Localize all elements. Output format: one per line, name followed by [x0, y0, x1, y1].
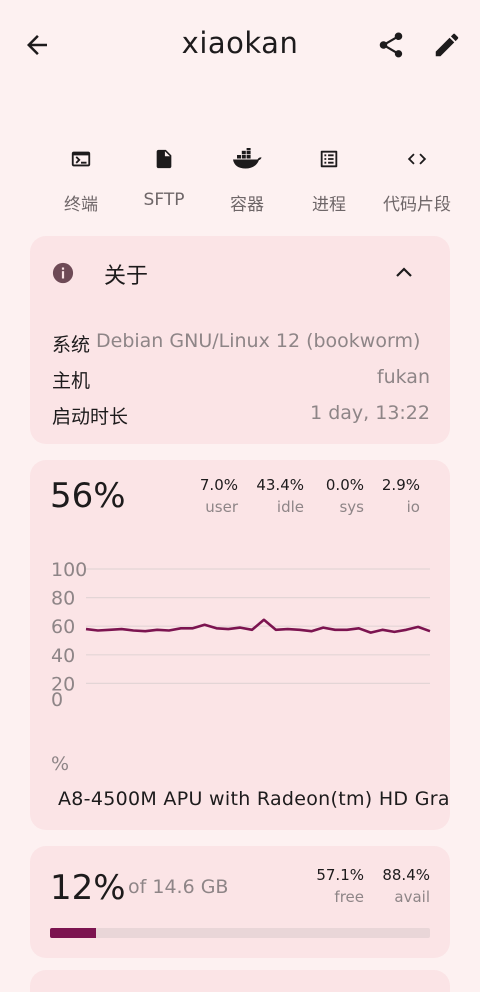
- y-tick-label: 60: [51, 616, 75, 638]
- cpu-percent: 56%: [50, 476, 126, 516]
- stat-label: idle: [276, 498, 304, 516]
- chevron-up-icon[interactable]: [394, 264, 414, 280]
- share-icon[interactable]: [376, 30, 406, 60]
- about-card: 关于 系统 Debian GNU/Linux 12 (bookworm) 主机 …: [30, 236, 450, 444]
- cpu-model: A8-4500M APU with Radeon(tm) HD Graphics: [58, 788, 450, 810]
- stat-value: 7.0%: [199, 476, 238, 494]
- memory-card: 12% of 14.6 GB 57.1% free 88.4% avail: [30, 846, 450, 958]
- stat-label: avail: [394, 888, 430, 906]
- memory-percent: 12%: [50, 868, 126, 908]
- info-row-host: 主机 fukan: [52, 366, 450, 392]
- memory-stat-avail: 88.4% avail: [382, 866, 430, 906]
- y-axis-unit: %: [51, 753, 69, 775]
- y-tick-label: 0: [51, 689, 63, 711]
- y-tick-label: 80: [51, 588, 75, 610]
- memory-usage-bar: [50, 928, 430, 938]
- stat-value: 57.1%: [316, 866, 364, 884]
- info-key: 系统: [52, 334, 91, 356]
- memory-total: of 14.6 GB: [128, 876, 229, 898]
- memory-stat-free: 57.1% free: [316, 866, 364, 906]
- y-tick-label: 40: [51, 645, 75, 667]
- info-icon: [52, 262, 74, 284]
- app-bar: xiaokan: [0, 0, 480, 92]
- stat-value: 43.4%: [256, 476, 304, 494]
- cpu-stat-user: 7.0% user: [200, 476, 238, 516]
- stat-label: sys: [339, 498, 364, 516]
- page-title: xiaokan: [181, 26, 299, 60]
- stat-label: user: [205, 498, 238, 516]
- stat-value: 0.0%: [325, 476, 364, 494]
- snippet-label: 代码片段: [383, 195, 451, 215]
- process-label: 进程: [312, 195, 346, 215]
- quick-actions: 终端 SFTP 容器 进程 代码片段: [0, 142, 480, 222]
- process-action[interactable]: 进程: [279, 142, 379, 215]
- stat-label: free: [334, 888, 364, 906]
- next-card: [30, 970, 450, 992]
- snippet-action[interactable]: 代码片段: [367, 142, 467, 215]
- info-row-uptime: 启动时长 1 day, 13:22: [52, 402, 450, 428]
- cpu-stat-sys: 0.0% sys: [326, 476, 364, 516]
- cpu-stat-idle: 43.4% idle: [256, 476, 304, 516]
- info-value: fukan: [376, 366, 430, 388]
- memory-usage-fill: [50, 928, 96, 938]
- stat-label: io: [406, 498, 420, 516]
- info-key: 主机: [52, 370, 91, 392]
- stat-value: 88.4%: [382, 866, 430, 884]
- edit-pencil-icon[interactable]: [432, 30, 462, 60]
- info-value: Debian GNU/Linux 12 (bookworm): [96, 330, 421, 352]
- about-title: 关于: [104, 264, 149, 289]
- y-tick-label: 100: [51, 559, 87, 581]
- cpu-card: 56% 7.0% user 43.4% idle 0.0% sys 2.9% i…: [30, 460, 450, 830]
- info-key: 启动时长: [52, 406, 129, 428]
- info-row-system: 系统 Debian GNU/Linux 12 (bookworm): [52, 330, 450, 356]
- info-value: 1 day, 13:22: [310, 402, 430, 424]
- code-icon: [367, 142, 467, 176]
- cpu-usage-chart: 100806040200%: [51, 559, 431, 775]
- cpu-stat-io: 2.9% io: [382, 476, 420, 516]
- stat-value: 2.9%: [381, 476, 420, 494]
- list-icon: [279, 142, 379, 176]
